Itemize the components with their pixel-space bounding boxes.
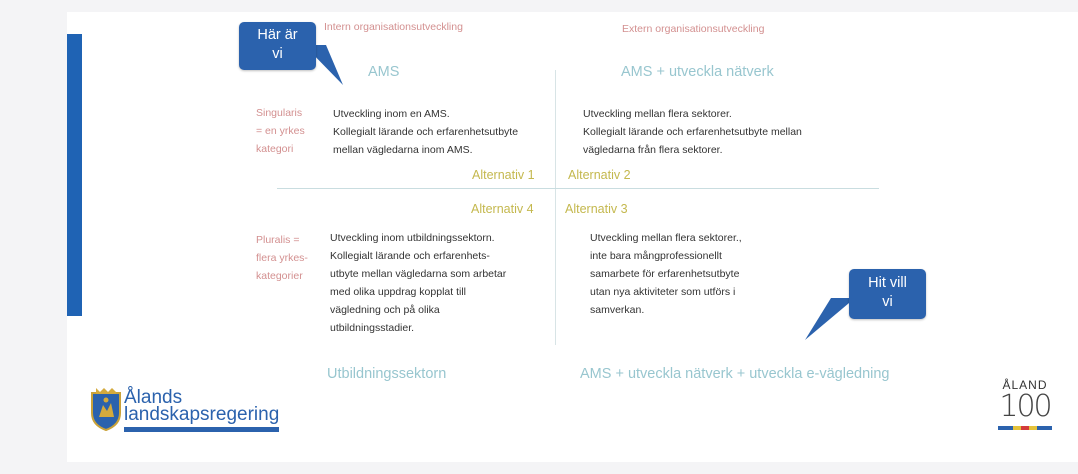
quadrant-text-bottom-right: Utveckling mellan flera sektorer., inte … [590, 229, 742, 319]
text-line: inte bara mångprofessionellt [590, 250, 722, 262]
horizontal-divider [277, 188, 879, 189]
callout-here-we-are: Här är vi [239, 22, 316, 70]
text-line: utbildningsstadier. [330, 322, 415, 334]
callout-line: Här är [257, 27, 298, 43]
text-line: vägledning och på olika [330, 304, 440, 316]
quadrant-text-top-right: Utveckling mellan flera sektorer. Kolleg… [583, 105, 802, 159]
row-label-plural: Pluralis = flera yrkes- kategorier [256, 231, 308, 285]
text-line: mellan vägledarna inom AMS. [333, 144, 473, 156]
alternative-4-label: Alternativ 4 [471, 202, 534, 216]
aland-100-logo: ÅLAND 100 [990, 378, 1060, 430]
logo-underline [124, 427, 279, 432]
aland-flag-stripe [998, 426, 1052, 430]
text-line: utan nya aktiviteter som utförs i [590, 286, 736, 298]
row-label-line: kategori [256, 143, 294, 155]
vertical-divider [555, 70, 556, 345]
quadrant-text-top-left: Utveckling inom en AMS. Kollegialt läran… [333, 105, 518, 159]
quadrant-title-ams-network: AMS + utveckla nätverk [621, 64, 774, 80]
text-line: samverkan. [590, 304, 645, 316]
quadrant-title-education-sector: Utbildningssektorn [327, 366, 447, 382]
header-internal: Intern organisationsutveckling [324, 21, 463, 33]
callout-line: vi [882, 294, 893, 310]
logo-text-line: landskapsregering [124, 404, 280, 425]
slide-accent-bar [67, 34, 82, 316]
row-label-singular: Singularis = en yrkes kategori [256, 104, 305, 158]
quadrant-title-ams-network-evagledning: AMS + utveckla nätverk + utveckla e-vägl… [580, 366, 890, 382]
text-line: Utveckling mellan flera sektorer., [590, 232, 742, 244]
header-external: Extern organisationsutveckling [622, 23, 765, 35]
text-line: Utveckling inom utbildningssektorn. [330, 232, 495, 244]
row-label-line: Singularis [256, 107, 303, 119]
callout-line: Hit vill [868, 275, 907, 291]
alternative-1-label: Alternativ 1 [472, 168, 535, 182]
row-label-line: flera yrkes- [256, 252, 308, 264]
row-label-line: = en yrkes [256, 125, 305, 137]
callout-line: vi [272, 46, 283, 62]
text-line: utbyte mellan vägledarna som arbetar [330, 268, 507, 280]
text-line: med olika uppdrag kopplat till [330, 286, 466, 298]
coat-of-arms-icon [91, 388, 121, 431]
row-label-line: Pluralis = [256, 234, 300, 246]
quadrant-text-bottom-left: Utveckling inom utbildningssektorn. Koll… [330, 229, 506, 337]
slide [67, 12, 1078, 462]
alternative-2-label: Alternativ 2 [568, 168, 631, 182]
text-line: samarbete för erfarenhetsutbyte [590, 268, 740, 280]
text-line: Utveckling inom en AMS. [333, 108, 450, 120]
text-line: Kollegialt lärande och erfarenhets- [330, 250, 490, 262]
callout-goal: Hit vill vi [849, 269, 926, 319]
text-line: Kollegialt lärande och erfarenhetsutbyte [333, 126, 519, 138]
text-line: Kollegialt lärande och erfarenhetsutbyte… [583, 126, 802, 138]
aland-100-number: 100 [999, 389, 1052, 424]
alternative-3-label: Alternativ 3 [565, 202, 628, 216]
text-line: Utveckling mellan flera sektorer. [583, 108, 732, 120]
text-line: vägledarna från flera sektorer. [583, 144, 723, 156]
row-label-line: kategorier [256, 270, 303, 282]
quadrant-title-ams: AMS [368, 64, 400, 80]
